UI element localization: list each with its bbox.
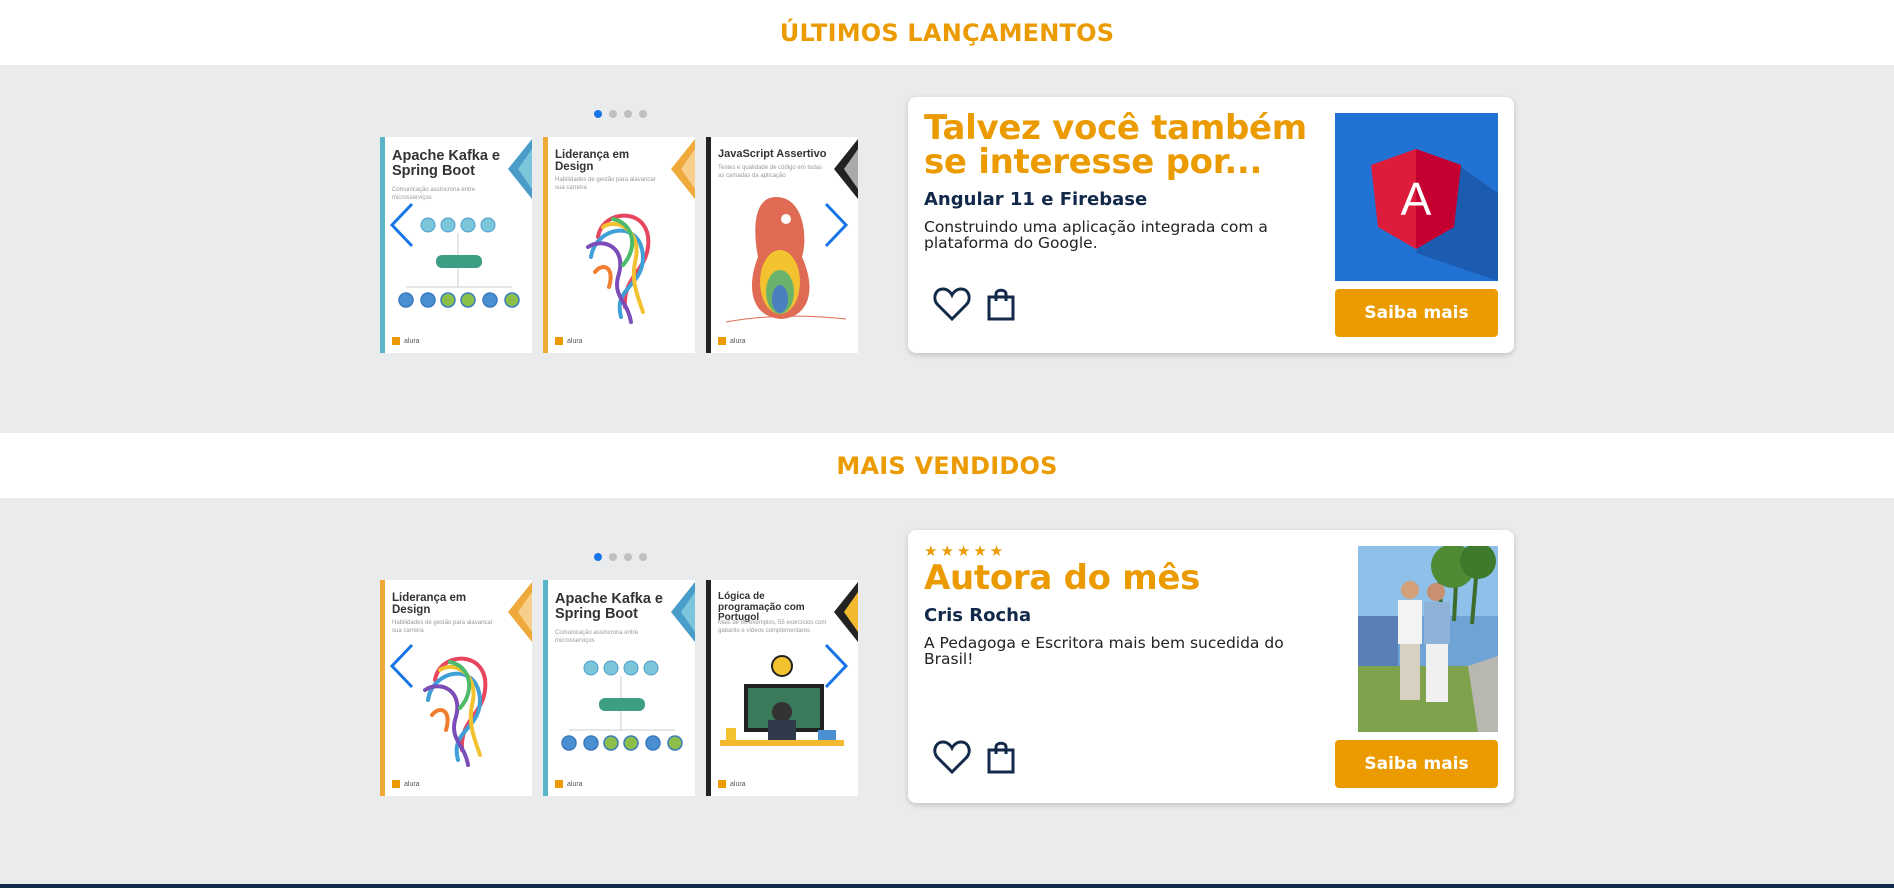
publisher-label: alura	[567, 780, 583, 788]
book-cover-lideranca[interactable]: Liderança em Design Habilidades de gestã…	[543, 137, 695, 353]
latest-releases-carousel: Apache Kafka e Spring Boot Comunicação a…	[380, 110, 860, 353]
carousel-dot[interactable]	[593, 553, 602, 561]
section-title-bestsellers: MAIS VENDIDOS	[0, 433, 1894, 498]
bestsellers-carousel: Liderança em Design Habilidades de gestã…	[380, 553, 860, 796]
footer-bar	[0, 884, 1894, 888]
card-description: A Pedagoga e Escritora mais bem sucedida…	[924, 634, 1284, 669]
chevron-right-icon	[824, 202, 849, 248]
carousel-next-button[interactable]	[822, 643, 850, 689]
card-heading: Talvez você também se interesse por...	[924, 108, 1307, 182]
carousel-dot[interactable]	[608, 110, 617, 118]
carousel-dots	[380, 110, 860, 120]
carousel-prev-button[interactable]	[388, 643, 416, 689]
heart-icon[interactable]	[932, 738, 972, 776]
section-title-latest: ÚLTIMOS LANÇAMENTOS	[0, 0, 1894, 65]
carousel-dot[interactable]	[623, 110, 632, 118]
carousel-dot[interactable]	[608, 553, 617, 561]
chevron-left-icon	[389, 202, 414, 248]
saiba-mais-button[interactable]: Saiba mais	[1335, 740, 1498, 788]
angular-book-image: A	[1335, 113, 1498, 285]
angular-logo-letter: A	[1401, 173, 1432, 225]
publisher-label: alura	[567, 337, 583, 345]
shopping-bag-icon[interactable]	[986, 740, 1016, 774]
author-name: Cris Rocha	[924, 605, 1032, 626]
author-of-month-card: ★★★★★ Autora do mês Cris Rocha A Pedagog…	[908, 530, 1514, 803]
carousel-dots	[380, 553, 860, 563]
recommendation-card: Talvez você também se interesse por... A…	[908, 97, 1514, 353]
publisher-label: alura	[404, 780, 420, 788]
shopping-bag-icon[interactable]	[986, 287, 1016, 321]
section-heading: MAIS VENDIDOS	[836, 451, 1058, 480]
card-heading: Autora do mês	[924, 558, 1201, 598]
carousel-dot[interactable]	[593, 110, 602, 118]
section-heading: ÚLTIMOS LANÇAMENTOS	[779, 18, 1115, 47]
carousel-dot[interactable]	[638, 553, 647, 561]
book-cover-kafka[interactable]: Apache Kafka e Spring Boot Comunicação a…	[543, 580, 695, 796]
saiba-mais-button[interactable]: Saiba mais	[1335, 289, 1498, 337]
publisher-label: alura	[730, 337, 746, 345]
carousel-prev-button[interactable]	[388, 202, 416, 248]
heart-icon[interactable]	[932, 285, 972, 323]
carousel-dot[interactable]	[623, 553, 632, 561]
chevron-right-icon	[824, 643, 849, 689]
card-description: Construindo uma aplicação integrada com …	[924, 218, 1268, 253]
author-photo	[1358, 543, 1498, 736]
rating-stars: ★★★★★	[924, 542, 1007, 560]
carousel-next-button[interactable]	[822, 202, 850, 248]
publisher-label: alura	[404, 337, 420, 345]
card-book-title: Angular 11 e Firebase	[924, 189, 1148, 210]
chevron-left-icon	[389, 643, 414, 689]
carousel-dot[interactable]	[638, 110, 647, 118]
publisher-label: alura	[730, 780, 746, 788]
